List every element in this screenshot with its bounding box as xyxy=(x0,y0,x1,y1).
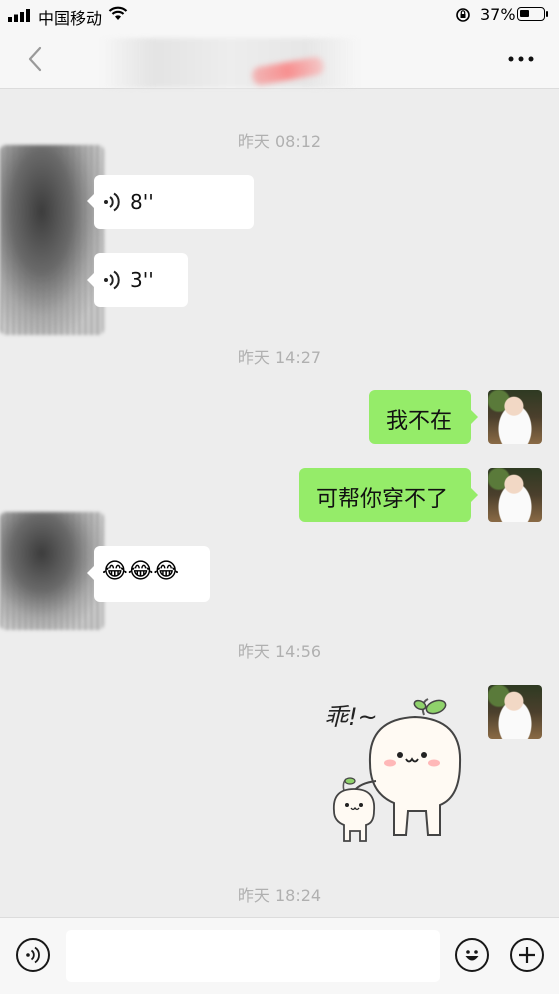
battery-icon xyxy=(517,7,545,21)
plus-icon xyxy=(519,947,535,963)
voice-duration: 3'' xyxy=(130,268,154,292)
outgoing-message[interactable]: 我不在 xyxy=(369,390,471,444)
message-input[interactable] xyxy=(66,930,440,982)
voice-input-button[interactable] xyxy=(16,938,50,972)
ellipsis-icon[interactable] xyxy=(506,54,536,64)
status-bar: 中国移动 37% xyxy=(0,0,559,30)
carrier-label: 中国移动 xyxy=(38,9,103,28)
signal-icon xyxy=(8,9,30,22)
my-avatar[interactable] xyxy=(488,390,542,444)
message-text: 我不在 xyxy=(386,409,453,434)
voice-message[interactable]: 8'' xyxy=(94,175,254,229)
voice-duration: 8'' xyxy=(130,190,154,214)
voice-wave-icon xyxy=(104,270,120,290)
message-text: 可帮你穿不了 xyxy=(316,487,449,512)
sticker-image xyxy=(332,698,462,842)
timestamp: 昨天 14:27 xyxy=(237,348,322,367)
contact-avatar-redacted[interactable] xyxy=(0,145,104,335)
my-avatar[interactable] xyxy=(488,468,542,522)
wifi-icon xyxy=(108,6,128,20)
back-chevron-icon[interactable] xyxy=(20,42,54,76)
outgoing-message[interactable]: 可帮你穿不了 xyxy=(299,468,471,522)
my-avatar[interactable] xyxy=(488,685,542,739)
orientation-lock-icon xyxy=(456,8,470,22)
incoming-message[interactable]: 😂😂😂 xyxy=(94,546,210,602)
emoji-icon xyxy=(465,950,479,961)
emoji-laugh-cry: 😂😂😂 xyxy=(102,559,180,584)
voice-icon xyxy=(26,946,40,964)
timestamp: 昨天 18:24 xyxy=(237,886,322,905)
timestamp: 昨天 14:56 xyxy=(237,642,322,661)
voice-message[interactable]: 3'' xyxy=(94,253,188,307)
emoji-button[interactable] xyxy=(455,938,489,972)
more-functions-button[interactable] xyxy=(510,938,544,972)
voice-wave-icon xyxy=(104,192,120,212)
sticker-message[interactable]: 乖!~ xyxy=(320,685,470,850)
battery-percent: 37% xyxy=(480,5,516,24)
